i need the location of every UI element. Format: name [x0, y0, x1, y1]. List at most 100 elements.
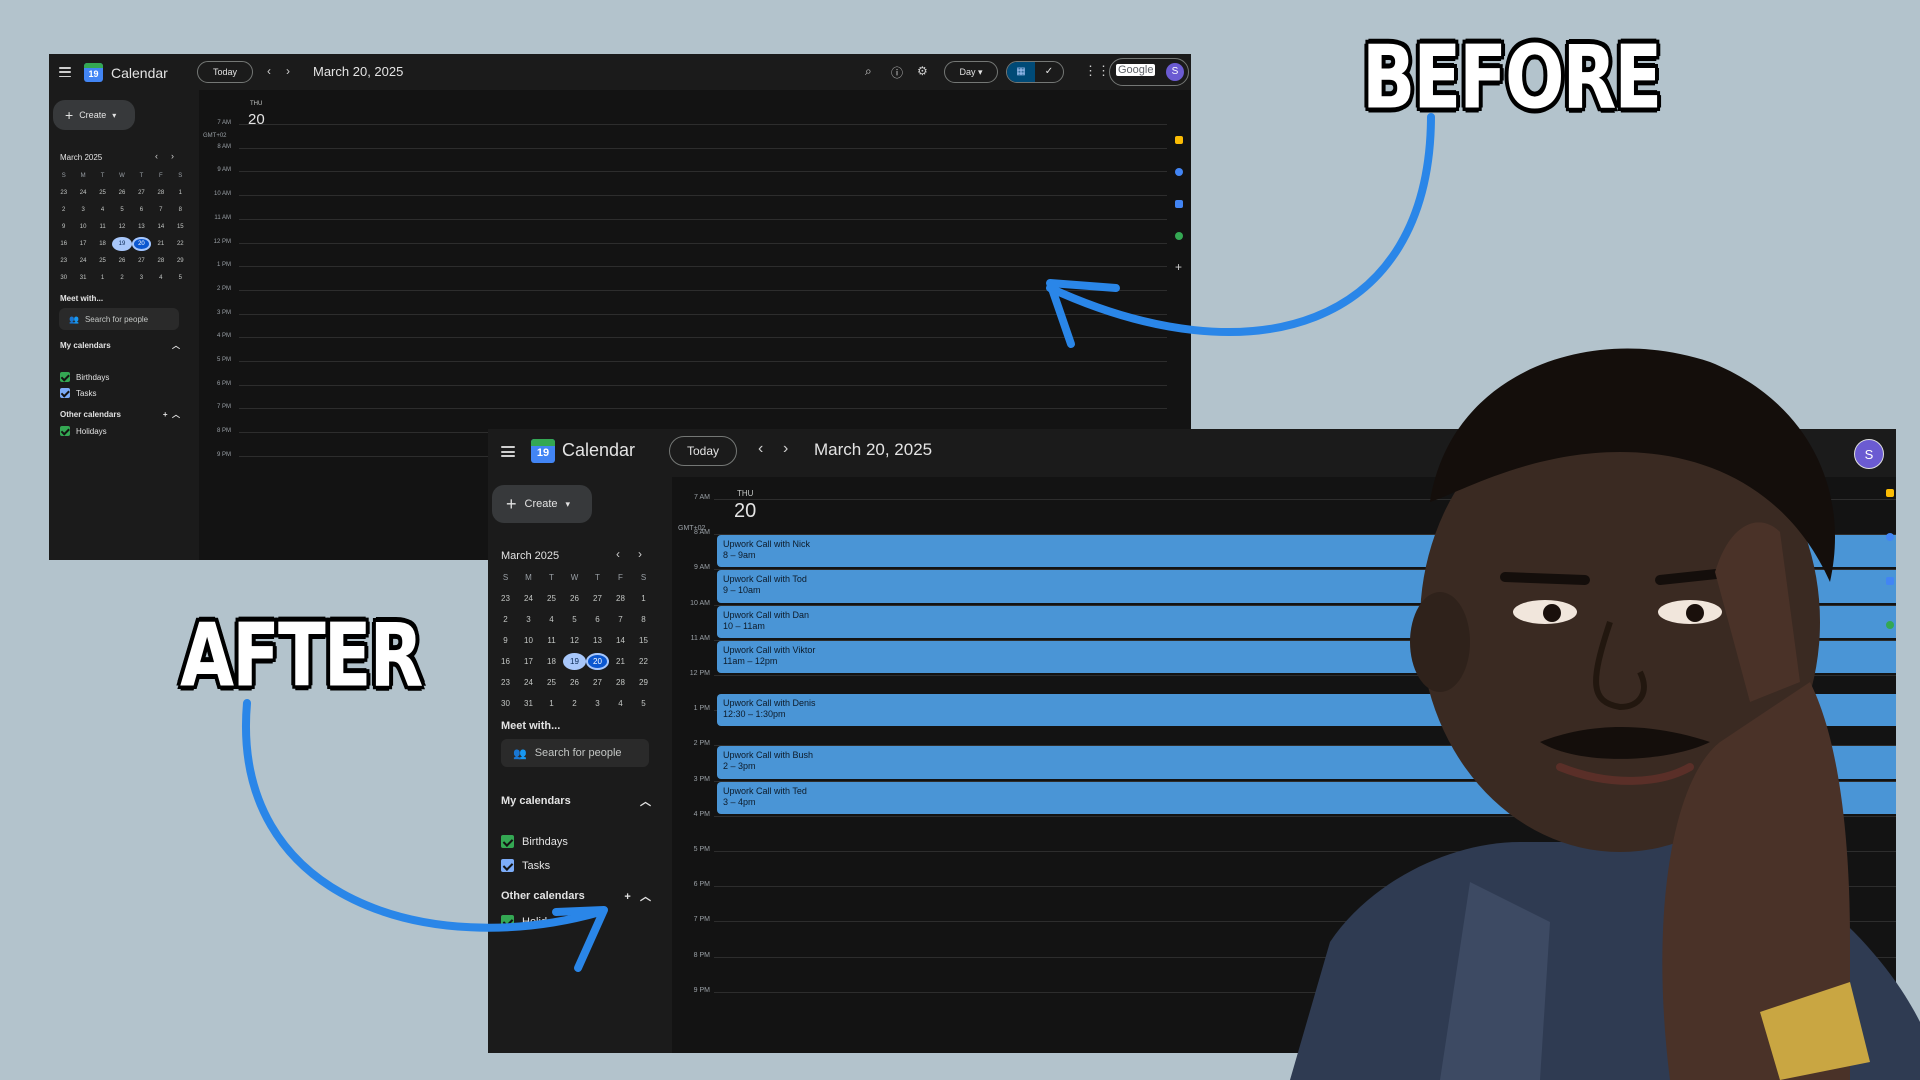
mini-calendar-day[interactable]: 23	[494, 590, 517, 607]
mini-calendar-day[interactable]: 14	[151, 220, 170, 234]
mini-calendar-day[interactable]: 5	[563, 611, 586, 628]
mini-calendar-day[interactable]: 7	[151, 203, 170, 217]
mini-calendar-day[interactable]: 19	[563, 653, 586, 670]
mini-calendar-day[interactable]: 4	[540, 611, 563, 628]
create-button[interactable]: + Create ▾	[53, 100, 135, 130]
mini-calendar-day[interactable]: 23	[54, 186, 73, 200]
calendar-item-tasks[interactable]: Tasks	[501, 859, 550, 872]
hour-slot[interactable]	[239, 124, 1167, 125]
mini-calendar-day[interactable]: 6	[132, 203, 151, 217]
checkbox[interactable]	[60, 426, 70, 436]
keep-icon[interactable]	[1175, 136, 1183, 144]
previous-day-chevron-icon[interactable]: ‹	[267, 64, 271, 78]
calendar-item-birthdays[interactable]: Birthdays	[501, 835, 568, 848]
checkbox[interactable]	[501, 835, 514, 848]
mini-calendar-day[interactable]: 4	[609, 695, 632, 712]
mini-calendar-day[interactable]: 6	[586, 611, 609, 628]
mini-calendar-day[interactable]: 19	[112, 237, 132, 251]
mini-calendar-day[interactable]: 1	[93, 271, 112, 285]
collapse-chevron-icon[interactable]: ︿	[640, 793, 651, 809]
add-addon-plus-icon[interactable]: +	[1175, 260, 1182, 274]
mini-calendar-day[interactable]: 15	[632, 632, 655, 649]
create-button[interactable]: + Create ▾	[492, 485, 592, 523]
avatar[interactable]: S	[1166, 63, 1184, 81]
mini-calendar-day[interactable]: 20	[586, 653, 609, 670]
mini-calendar-day[interactable]: 25	[540, 590, 563, 607]
mini-calendar-day[interactable]: 4	[151, 271, 170, 285]
calendar-item-birthdays[interactable]: Birthdays	[60, 372, 109, 382]
my-calendars-heading[interactable]: My calendars ︿	[60, 340, 180, 351]
mini-calendar-day[interactable]: 10	[517, 632, 540, 649]
mini-calendar-day[interactable]: 23	[54, 254, 73, 268]
mini-calendar-day[interactable]: 26	[112, 186, 131, 200]
checkbox[interactable]	[60, 388, 70, 398]
day-number[interactable]: 20	[248, 111, 265, 128]
tasks-icon[interactable]	[1175, 168, 1183, 176]
gear-icon[interactable]: ⚙	[917, 64, 928, 78]
hour-slot[interactable]	[239, 218, 1167, 220]
maps-icon[interactable]	[1175, 232, 1183, 240]
calendar-item-holidays[interactable]: Holidays	[60, 426, 107, 436]
mini-calendar-day[interactable]: 17	[73, 237, 92, 251]
mini-calendar-day[interactable]: 17	[517, 653, 540, 670]
mini-next-chevron-icon[interactable]: ›	[638, 547, 642, 561]
mini-calendar-day[interactable]: 21	[609, 653, 632, 670]
checkbox[interactable]	[501, 859, 514, 872]
mini-calendar-day[interactable]: 28	[151, 254, 170, 268]
hour-slot[interactable]	[239, 408, 1167, 410]
hour-slot[interactable]	[239, 242, 1167, 244]
hour-slot[interactable]	[239, 337, 1167, 339]
account-chip[interactable]: Google S	[1109, 58, 1189, 86]
mini-calendar-day[interactable]: 2	[563, 695, 586, 712]
previous-day-chevron-icon[interactable]: ‹	[758, 440, 763, 458]
calendar-logo-icon[interactable]: 19	[84, 63, 103, 82]
apps-grid-icon[interactable]: ⋮⋮	[1084, 63, 1110, 79]
mini-calendar-day[interactable]: 18	[540, 653, 563, 670]
mini-calendar-day[interactable]: 18	[93, 237, 112, 251]
mini-calendar-day[interactable]: 13	[132, 220, 151, 234]
mini-calendar-day[interactable]: 1	[171, 186, 190, 200]
mini-calendar-day[interactable]: 28	[609, 590, 632, 607]
add-calendar-plus-icon[interactable]: +	[163, 410, 168, 419]
hour-slot[interactable]	[239, 266, 1167, 268]
mini-calendar-day[interactable]: 28	[609, 674, 632, 691]
hour-slot[interactable]	[239, 384, 1167, 386]
mini-calendar-day[interactable]: 31	[73, 271, 92, 285]
hour-slot[interactable]	[239, 289, 1167, 291]
mini-calendar-day[interactable]: 26	[563, 590, 586, 607]
mini-calendar-day[interactable]: 27	[586, 590, 609, 607]
mini-calendar-day[interactable]: 30	[494, 695, 517, 712]
calendar-item-holidays[interactable]: Holida	[501, 915, 553, 928]
mini-calendar-day[interactable]: 24	[73, 186, 92, 200]
add-calendar-plus-icon[interactable]: +	[624, 891, 630, 903]
mini-calendar-day[interactable]: 7	[609, 611, 632, 628]
mini-calendar-day[interactable]: 29	[171, 254, 190, 268]
other-calendars-heading[interactable]: Other calendars + ︿	[60, 409, 180, 420]
hour-slot[interactable]	[239, 361, 1167, 362]
search-icon[interactable]: ⌕	[865, 64, 872, 79]
hour-slot[interactable]	[239, 171, 1167, 173]
mini-calendar-day[interactable]: 31	[517, 695, 540, 712]
mini-calendar-day[interactable]: 28	[151, 186, 170, 200]
mini-calendar-day[interactable]: 8	[632, 611, 655, 628]
mini-calendar-day[interactable]: 9	[494, 632, 517, 649]
mini-calendar-day[interactable]: 5	[632, 695, 655, 712]
mini-calendar-day[interactable]: 24	[517, 590, 540, 607]
contacts-icon[interactable]	[1175, 200, 1183, 208]
mini-calendar-day[interactable]: 14	[609, 632, 632, 649]
menu-icon[interactable]	[501, 446, 515, 457]
other-calendars-heading[interactable]: Other calendars + ︿	[501, 888, 651, 904]
calendar-tasks-toggle[interactable]: ▦ ✓	[1006, 61, 1064, 83]
tasks-view-icon[interactable]: ✓	[1035, 62, 1063, 82]
mini-calendar-day[interactable]: 13	[586, 632, 609, 649]
day-number[interactable]: 20	[734, 500, 756, 523]
mini-calendar-day[interactable]: 3	[132, 271, 151, 285]
mini-calendar-day[interactable]: 29	[632, 674, 655, 691]
hour-slot[interactable]	[239, 147, 1167, 149]
mini-prev-chevron-icon[interactable]: ‹	[616, 547, 620, 561]
calendar-item-tasks[interactable]: Tasks	[60, 388, 96, 398]
mini-calendar-day[interactable]: 10	[73, 220, 92, 234]
mini-calendar-day[interactable]: 25	[93, 186, 112, 200]
today-button[interactable]: Today	[197, 61, 253, 83]
my-calendars-heading[interactable]: My calendars ︿	[501, 793, 651, 809]
